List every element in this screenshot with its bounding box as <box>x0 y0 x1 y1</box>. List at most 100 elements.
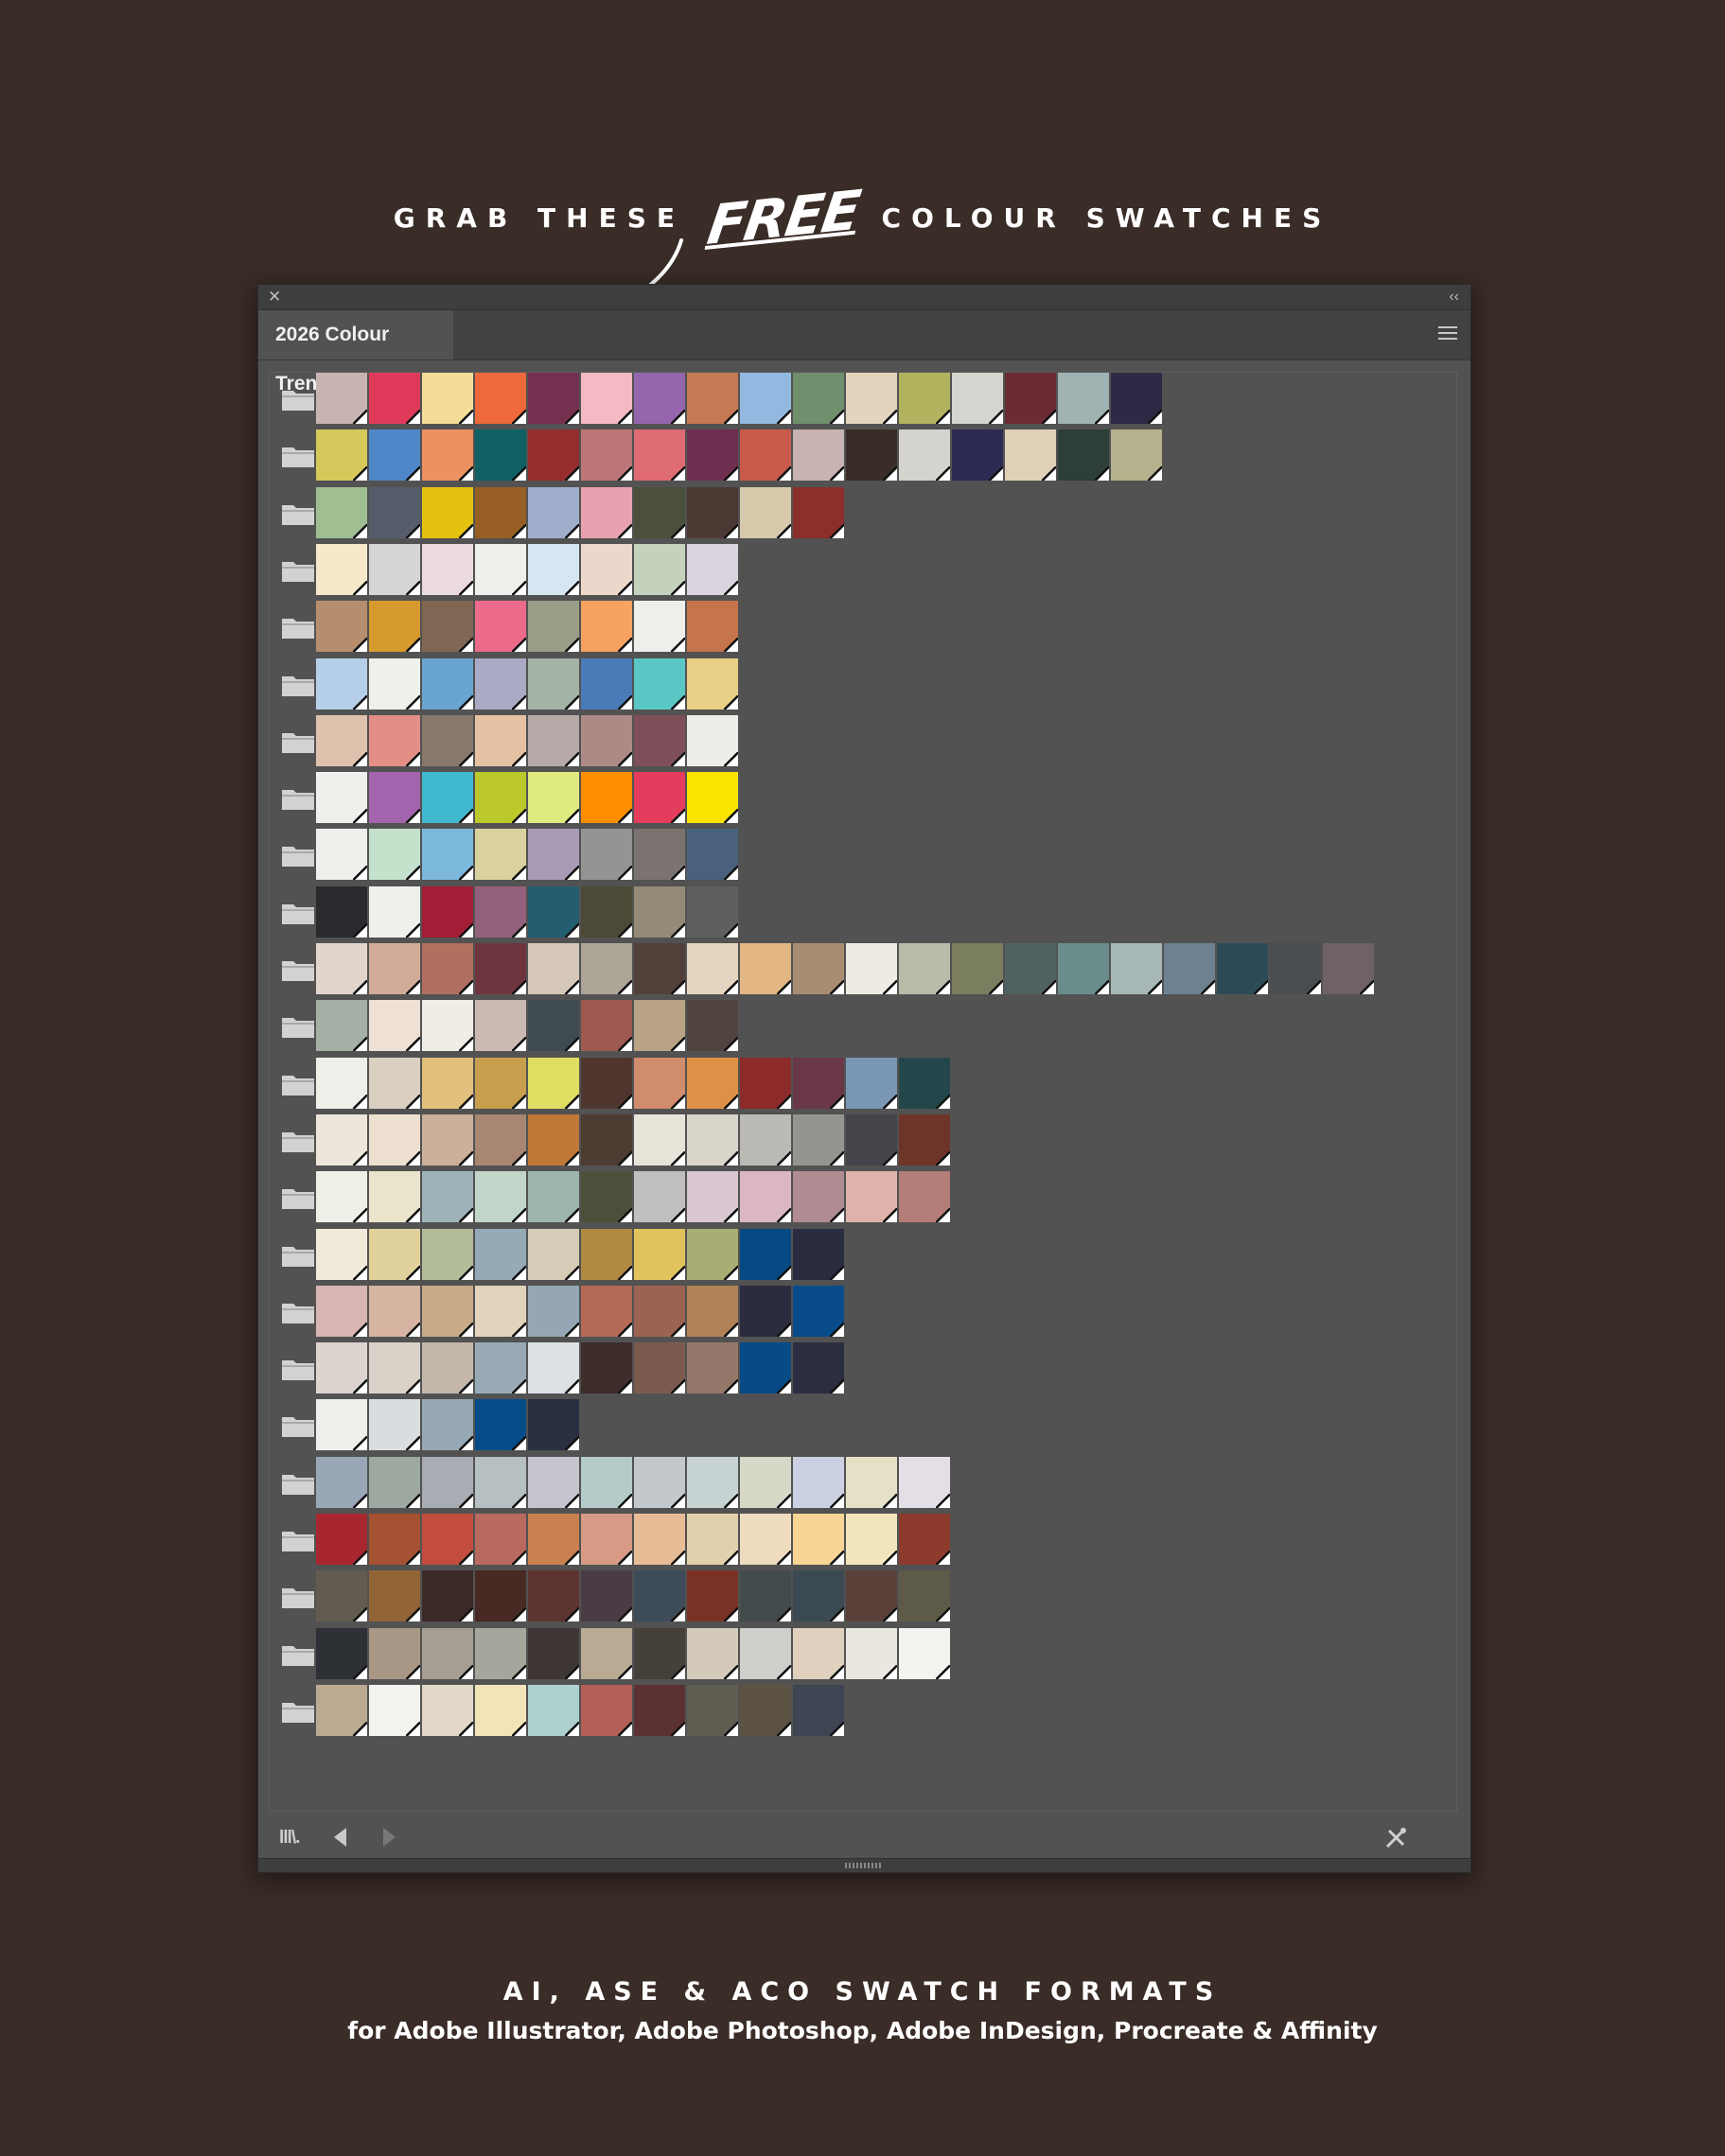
color-swatch[interactable] <box>1217 943 1268 994</box>
color-swatch[interactable] <box>634 429 685 481</box>
color-swatch[interactable] <box>581 1058 632 1109</box>
folder-icon[interactable] <box>281 1357 315 1381</box>
folder-icon[interactable] <box>281 615 315 640</box>
color-swatch[interactable] <box>634 886 685 938</box>
folder-icon[interactable] <box>281 501 315 526</box>
color-swatch[interactable] <box>687 1457 738 1508</box>
color-swatch[interactable] <box>422 1229 473 1280</box>
color-swatch[interactable] <box>369 1229 420 1280</box>
color-swatch[interactable] <box>422 1685 473 1736</box>
color-swatch[interactable] <box>581 1229 632 1280</box>
color-swatch[interactable] <box>687 1570 738 1621</box>
color-swatch[interactable] <box>528 429 579 481</box>
color-swatch[interactable] <box>581 829 632 880</box>
color-swatch[interactable] <box>581 487 632 538</box>
color-swatch[interactable] <box>1005 943 1056 994</box>
color-swatch[interactable] <box>634 772 685 823</box>
color-swatch[interactable] <box>369 373 420 424</box>
color-swatch[interactable] <box>475 1000 526 1051</box>
color-swatch[interactable] <box>475 772 526 823</box>
color-swatch[interactable] <box>1111 373 1162 424</box>
color-swatch[interactable] <box>316 373 367 424</box>
color-swatch[interactable] <box>475 601 526 652</box>
color-swatch[interactable] <box>316 886 367 938</box>
folder-icon[interactable] <box>281 1413 315 1438</box>
color-swatch[interactable] <box>369 601 420 652</box>
color-swatch[interactable] <box>634 1570 685 1621</box>
color-swatch[interactable] <box>952 943 1003 994</box>
color-swatch[interactable] <box>422 886 473 938</box>
color-swatch[interactable] <box>528 943 579 994</box>
color-swatch[interactable] <box>687 658 738 710</box>
color-swatch[interactable] <box>687 544 738 595</box>
color-swatch[interactable] <box>528 1514 579 1565</box>
color-swatch[interactable] <box>316 1514 367 1565</box>
color-swatch[interactable] <box>316 1457 367 1508</box>
color-swatch[interactable] <box>846 1457 897 1508</box>
color-swatch[interactable] <box>422 658 473 710</box>
color-swatch[interactable] <box>316 943 367 994</box>
color-swatch[interactable] <box>687 373 738 424</box>
color-swatch[interactable] <box>528 772 579 823</box>
folder-icon[interactable] <box>281 1072 315 1096</box>
color-swatch[interactable] <box>740 943 791 994</box>
color-swatch[interactable] <box>528 544 579 595</box>
color-swatch[interactable] <box>634 1342 685 1394</box>
color-swatch[interactable] <box>687 715 738 766</box>
color-swatch[interactable] <box>1111 429 1162 481</box>
color-swatch[interactable] <box>316 429 367 481</box>
color-swatch[interactable] <box>528 1058 579 1109</box>
color-swatch[interactable] <box>740 1171 791 1222</box>
color-swatch[interactable] <box>369 829 420 880</box>
color-swatch[interactable] <box>687 487 738 538</box>
color-swatch[interactable] <box>316 1570 367 1621</box>
color-swatch[interactable] <box>581 658 632 710</box>
color-swatch[interactable] <box>528 601 579 652</box>
library-menu-icon[interactable]: lll\. <box>279 1828 300 1849</box>
color-swatch[interactable] <box>422 1399 473 1450</box>
folder-icon[interactable] <box>281 1185 315 1210</box>
color-swatch[interactable] <box>475 658 526 710</box>
folder-icon[interactable] <box>281 957 315 982</box>
color-swatch[interactable] <box>369 1570 420 1621</box>
color-swatch[interactable] <box>369 1342 420 1394</box>
color-swatch[interactable] <box>740 1058 791 1109</box>
color-swatch[interactable] <box>634 1229 685 1280</box>
color-swatch[interactable] <box>422 601 473 652</box>
color-swatch[interactable] <box>1323 943 1374 994</box>
color-swatch[interactable] <box>634 1171 685 1222</box>
color-swatch[interactable] <box>422 1342 473 1394</box>
color-swatch[interactable] <box>316 1114 367 1166</box>
color-swatch[interactable] <box>1164 943 1215 994</box>
color-swatch[interactable] <box>528 1171 579 1222</box>
folder-icon[interactable] <box>281 1014 315 1039</box>
color-swatch[interactable] <box>793 1342 844 1394</box>
color-swatch[interactable] <box>422 373 473 424</box>
color-swatch[interactable] <box>316 601 367 652</box>
color-swatch[interactable] <box>793 1628 844 1679</box>
folder-icon[interactable] <box>281 558 315 583</box>
folder-icon[interactable] <box>281 1471 315 1496</box>
color-swatch[interactable] <box>475 886 526 938</box>
color-swatch[interactable] <box>793 943 844 994</box>
color-swatch[interactable] <box>899 429 950 481</box>
color-swatch[interactable] <box>316 1058 367 1109</box>
color-swatch[interactable] <box>899 1570 950 1621</box>
color-swatch[interactable] <box>687 1286 738 1337</box>
color-swatch[interactable] <box>422 1628 473 1679</box>
color-swatch[interactable] <box>369 715 420 766</box>
color-swatch[interactable] <box>581 1685 632 1736</box>
color-swatch[interactable] <box>793 1114 844 1166</box>
color-swatch[interactable] <box>634 544 685 595</box>
color-swatch[interactable] <box>687 1628 738 1679</box>
color-swatch[interactable] <box>475 1628 526 1679</box>
color-swatch[interactable] <box>581 544 632 595</box>
color-swatch[interactable] <box>687 429 738 481</box>
color-swatch[interactable] <box>528 886 579 938</box>
color-swatch[interactable] <box>475 1114 526 1166</box>
color-swatch[interactable] <box>316 544 367 595</box>
color-swatch[interactable] <box>422 429 473 481</box>
color-swatch[interactable] <box>1058 429 1109 481</box>
color-swatch[interactable] <box>1005 429 1056 481</box>
color-swatch[interactable] <box>369 1286 420 1337</box>
